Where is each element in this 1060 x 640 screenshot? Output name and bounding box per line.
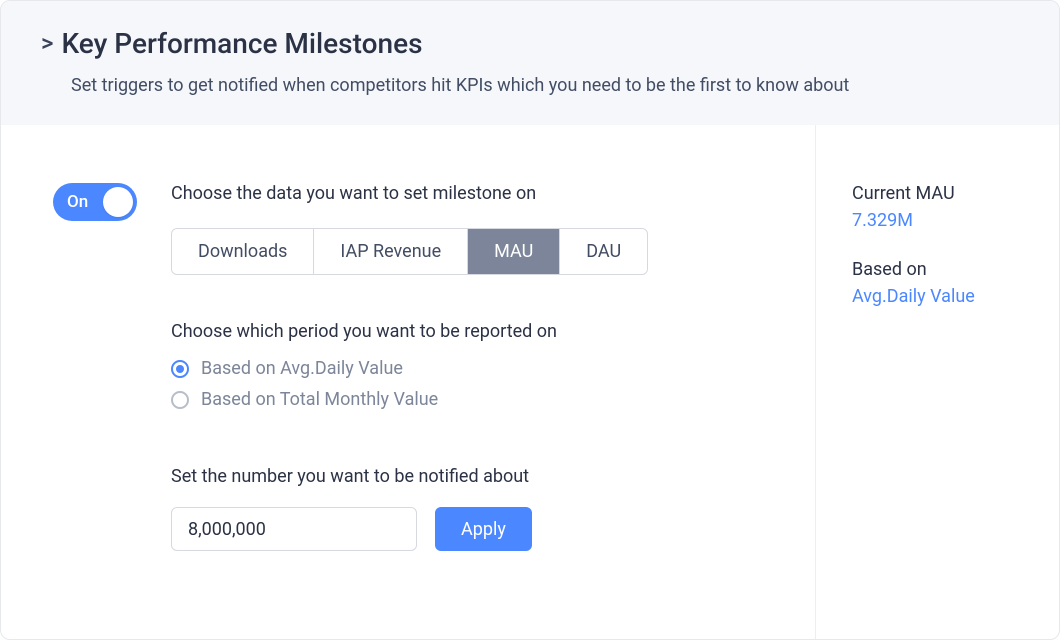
radio-avg-daily[interactable]: Based on Avg.Daily Value <box>171 358 731 379</box>
toggle-label: On <box>67 192 88 212</box>
toggle-knob-icon <box>103 187 133 217</box>
based-on-label: Based on <box>852 259 1031 280</box>
chevron-right-icon: > <box>41 31 53 55</box>
current-mau-value[interactable]: 7.329M <box>852 210 913 231</box>
segment-downloads[interactable]: Downloads <box>172 229 314 274</box>
side-panel: Current MAU 7.329M Based on Avg.Daily Va… <box>815 125 1059 639</box>
threshold-label: Set the number you want to be notified a… <box>171 466 731 487</box>
segment-mau[interactable]: MAU <box>468 229 560 274</box>
apply-button[interactable]: Apply <box>435 507 532 551</box>
radio-avg-daily-label: Based on Avg.Daily Value <box>201 358 403 379</box>
page-subtitle: Set triggers to get notified when compet… <box>71 72 1019 99</box>
current-mau-label: Current MAU <box>852 183 1031 204</box>
period-label: Choose which period you want to be repor… <box>171 321 731 342</box>
segment-iap-revenue[interactable]: IAP Revenue <box>314 229 468 274</box>
data-type-segmented: Downloads IAP Revenue MAU DAU <box>171 228 648 275</box>
based-on-link[interactable]: Avg.Daily Value <box>852 286 975 307</box>
radio-dot-icon <box>171 360 189 378</box>
segment-dau[interactable]: DAU <box>560 229 647 274</box>
page-title: Key Performance Milestones <box>61 27 422 60</box>
page-header: > Key Performance Milestones Set trigger… <box>1 1 1059 125</box>
enable-toggle[interactable]: On <box>53 183 137 221</box>
radio-total-monthly-label: Based on Total Monthly Value <box>201 389 438 410</box>
radio-total-monthly[interactable]: Based on Total Monthly Value <box>171 389 731 410</box>
threshold-input[interactable] <box>171 507 417 551</box>
radio-dot-icon <box>171 391 189 409</box>
data-type-label: Choose the data you want to set mileston… <box>171 183 731 204</box>
